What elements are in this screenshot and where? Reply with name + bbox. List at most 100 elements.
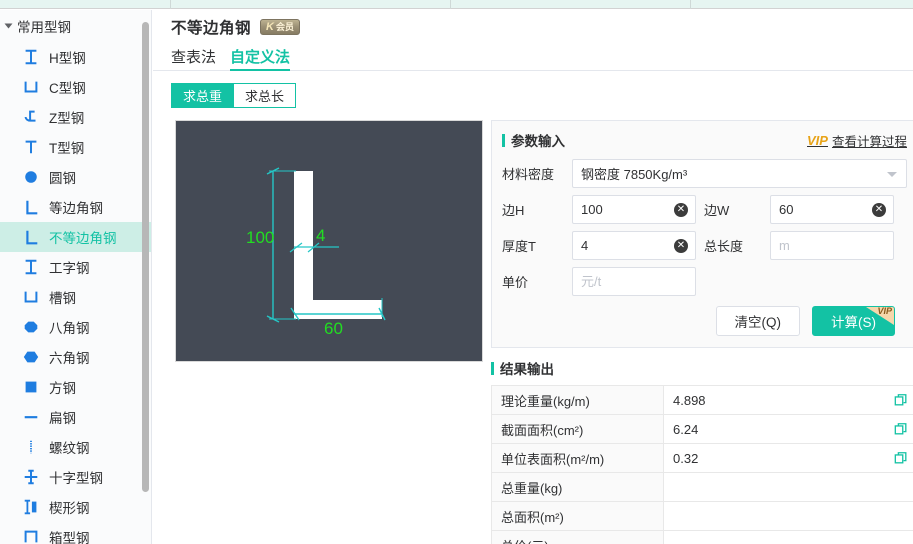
view-calc-process-link[interactable]: VIP 查看计算过程 [807,131,907,150]
vip-badge[interactable]: K 会员 [260,19,300,35]
sidebar-item-14[interactable]: 螺纹钢 [0,432,151,462]
total-length-label: 总长度 [704,239,744,254]
sidebar-item-2[interactable]: C型钢 [0,72,151,102]
right-column: 参数输入 VIP 查看计算过程 材料密度 钢密度 7850Kg/m³ 边H 10… [491,120,913,544]
sidebar-item-9[interactable]: 槽钢 [0,282,151,312]
tab-custom-method[interactable]: 自定义法 [230,50,291,71]
z-purlin-icon [22,108,40,126]
copy-icon[interactable] [894,422,908,436]
side-w-field[interactable]: ✕ [770,195,894,224]
result-label: 总重量(kg) [492,473,664,501]
content-columns: 100 60 4 参数输入 VIP 查看计算过程 材料密度 钢密度 7850Kg… [153,120,913,544]
sidebar-item-4[interactable]: T型钢 [0,132,151,162]
chevron-down-icon[interactable] [887,171,897,177]
sidebar-item-7[interactable]: 不等边角钢 [0,222,151,252]
clear-icon[interactable]: ✕ [872,202,886,217]
params-panel: 参数输入 VIP 查看计算过程 材料密度 钢密度 7850Kg/m³ 边H 10… [491,120,913,348]
result-row: 总面积(m²) [492,502,913,531]
sidebar: 常用型钢 H型钢 C型钢 Z型钢 T型钢 圆钢 等边角钢不等边角钢工字钢 槽钢 八角钢 六角钢方… [0,10,152,544]
sidebar-item-8[interactable]: 工字钢 [0,252,151,282]
tab-table-method[interactable]: 查表法 [171,50,216,70]
sidebar-item-label: 楔形钢 [49,501,90,516]
square-bar-icon [22,378,40,396]
thickness-label: 厚度T [502,239,536,254]
h-beam-icon [22,48,40,66]
view-calc-process-label: 查看计算过程 [831,134,907,149]
result-value-cell [664,502,913,530]
copy-icon[interactable] [894,393,908,407]
result-row: 总重量(kg) [492,473,913,502]
flat-bar-icon [22,408,40,426]
segment-label: 求总重 [183,89,223,104]
svg-text:4: 4 [316,226,325,245]
density-select[interactable] [572,159,907,188]
result-row: 截面面积(cm²) 6.24 [492,415,913,444]
sidebar-item-label: 不等边角钢 [49,231,117,246]
sidebar-item-11[interactable]: 六角钢 [0,342,151,372]
sidebar-group-common-steel[interactable]: 常用型钢 [0,10,151,42]
result-label: 单位表面积(m²/m) [492,444,664,472]
params-panel-header: 参数输入 VIP 查看计算过程 [502,130,907,150]
sidebar-scrollbar[interactable] [142,22,149,492]
cross-beam-icon [22,468,40,486]
sidebar-item-12[interactable]: 方钢 [0,372,151,402]
result-value: 0.32 [673,450,699,466]
page-title: 不等边角钢 [171,20,252,37]
result-label: 理论重量(kg/m) [492,386,664,414]
segment-total-length[interactable]: 求总长 [233,83,297,108]
t-beam-icon [22,138,40,156]
result-label: 总面积(m²) [492,502,664,530]
rebar-icon [22,438,40,456]
chevron-down-icon[interactable] [4,23,13,29]
total-length-field[interactable] [770,231,894,260]
clear-icon[interactable]: ✕ [674,202,688,217]
calculate-button[interactable]: 计算(S) VIP [812,306,895,336]
sidebar-item-1[interactable]: H型钢 [0,42,151,72]
density-select-value[interactable] [573,160,906,187]
sidebar-item-5[interactable]: 圆钢 [0,162,151,192]
top-strip-divider [690,0,691,9]
unit-price-input[interactable] [573,268,695,295]
sidebar-item-17[interactable]: 箱型钢 [0,522,151,544]
total-length-input[interactable] [771,232,893,259]
sidebar-item-label: C型钢 [49,81,86,96]
sidebar-item-13[interactable]: 扁钢 [0,402,151,432]
top-strip-divider [170,0,171,9]
side-h-label: 边H [502,203,525,218]
side-w-label: 边W [704,203,730,218]
box-steel-icon [22,528,40,544]
action-buttons: 清空(Q) 计算(S) VIP [502,306,895,336]
sidebar-item-3[interactable]: Z型钢 [0,102,151,132]
clear-button-label: 清空(Q) [734,315,782,330]
thickness-length-row: 厚度T ✕ 总长度 [502,231,907,260]
sidebar-item-label: H型钢 [49,51,86,66]
unit-price-field[interactable] [572,267,696,296]
segment-label: 求总长 [245,89,285,104]
result-value-cell [664,531,913,544]
sidebar-item-10[interactable]: 八角钢 [0,312,151,342]
sidebar-item-15[interactable]: 十字型钢 [0,462,151,492]
sidebar-item-label: 十字型钢 [49,471,103,486]
params-title: 参数输入 [511,134,565,149]
clear-button[interactable]: 清空(Q) [715,306,800,336]
vip-corner-label: VIP [877,306,892,316]
clear-icon[interactable]: ✕ [674,238,688,253]
calculate-button-label: 计算(S) [831,315,876,330]
side-h-field[interactable]: ✕ [572,195,696,224]
sidebar-item-label: Z型钢 [49,111,85,126]
accent-bar-icon [491,361,494,375]
hexagon-bar-icon [22,348,40,366]
sidebar-item-6[interactable]: 等边角钢 [0,192,151,222]
svg-text:60: 60 [324,319,343,338]
wedge-steel-icon [22,498,40,516]
vip-badge-text: 会员 [275,21,294,32]
thickness-field[interactable]: ✕ [572,231,696,260]
i-beam-icon [22,258,40,276]
segment-total-weight[interactable]: 求总重 [171,83,234,108]
sidebar-group-label: 常用型钢 [17,20,71,35]
copy-icon[interactable] [894,451,908,465]
sidebar-item-16[interactable]: 楔形钢 [0,492,151,522]
result-row: 总价(元) [492,531,913,544]
density-row: 材料密度 [502,159,907,188]
app-root: 常用型钢 H型钢 C型钢 Z型钢 T型钢 圆钢 等边角钢 不等边角钢 工字钢 槽钢 八角钢 六角钢方… [0,0,913,544]
